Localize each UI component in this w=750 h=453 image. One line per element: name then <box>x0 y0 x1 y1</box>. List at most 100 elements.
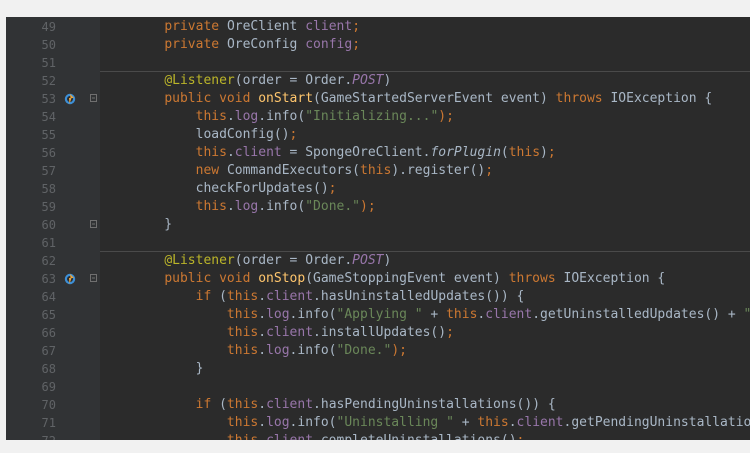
code-token: .getPendingUninstallations <box>563 415 750 430</box>
code-text[interactable]: if (this.client.hasUninstalledUpdates())… <box>133 288 525 306</box>
override-method-icon[interactable] <box>64 273 76 285</box>
code-token: client <box>516 415 564 430</box>
code-text[interactable]: checkForUpdates(); <box>133 180 337 198</box>
line-number[interactable]: 71 <box>6 414 56 432</box>
code-token: . <box>258 307 267 322</box>
code-line[interactable]: 70 if (this.client.hasPendingUninstallat… <box>6 396 750 414</box>
line-number[interactable]: 69 <box>6 378 56 396</box>
code-text[interactable]: this.log.info("Done."); <box>133 198 376 216</box>
code-line[interactable]: 65 this.log.info("Applying " + this.clie… <box>6 306 750 324</box>
code-token: ( <box>219 289 227 304</box>
code-line[interactable]: 61 <box>6 234 750 252</box>
code-line[interactable]: 66 this.client.installUpdates(); <box>6 324 750 342</box>
code-token: .info( <box>289 307 337 322</box>
line-number[interactable]: 64 <box>6 288 56 306</box>
line-number[interactable]: 58 <box>6 180 56 198</box>
code-line[interactable]: 56 this.client = SpongeOreClient.forPlug… <box>6 144 750 162</box>
code-text[interactable]: this.client.completeUninstallations(); <box>133 432 524 440</box>
code-line[interactable]: 50 private OreConfig config; <box>6 36 750 54</box>
line-number[interactable]: 65 <box>6 306 56 324</box>
code-token: checkForUpdates() <box>133 181 329 196</box>
code-token: log <box>266 307 290 322</box>
line-number[interactable]: 54 <box>6 108 56 126</box>
line-number[interactable]: 67 <box>6 342 56 360</box>
code-line[interactable]: 67 this.log.info("Done."); <box>6 342 750 360</box>
code-line[interactable]: 54 this.log.info("Initializing..."); <box>6 108 750 126</box>
code-token: ); <box>391 343 407 358</box>
code-text[interactable]: if (this.client.hasPendingUninstallation… <box>133 396 556 414</box>
code-line[interactable]: 62 @Listener(order = Order.POST) <box>6 252 750 270</box>
code-token: . <box>258 415 267 430</box>
line-number[interactable]: 72 <box>6 432 56 440</box>
code-text[interactable]: private OreClient client; <box>133 18 360 36</box>
line-number[interactable]: 56 <box>6 144 56 162</box>
line-number[interactable]: 62 <box>6 252 56 270</box>
code-line[interactable]: 64 if (this.client.hasUninstalledUpdates… <box>6 288 750 306</box>
code-token: ; <box>446 325 454 340</box>
override-method-icon[interactable] <box>64 93 76 105</box>
code-token: log <box>266 343 290 358</box>
code-token: client <box>266 433 313 440</box>
code-line[interactable]: 71 this.log.info("Uninstalling " + this.… <box>6 414 750 432</box>
fold-close-icon[interactable] <box>90 220 97 228</box>
line-number[interactable]: 61 <box>6 234 56 252</box>
line-number[interactable]: 66 <box>6 324 56 342</box>
line-number[interactable]: 70 <box>6 396 56 414</box>
code-text[interactable]: this.log.info("Initializing..."); <box>133 108 454 126</box>
code-line[interactable]: 69 <box>6 378 750 396</box>
line-number[interactable]: 60 <box>6 216 56 234</box>
code-line[interactable]: 55 loadConfig(); <box>6 126 750 144</box>
fold-open-icon[interactable] <box>90 94 97 102</box>
code-line[interactable]: 68 } <box>6 360 750 378</box>
code-token: ); <box>438 109 454 124</box>
code-text[interactable]: this.log.info("Done."); <box>133 342 407 360</box>
code-text[interactable]: @Listener(order = Order.POST) <box>133 252 391 270</box>
code-line[interactable]: 53 public void onStart(GameStartedServer… <box>6 90 750 108</box>
code-text[interactable]: } <box>133 360 204 378</box>
code-text[interactable]: this.log.info("Uninstalling " + this.cli… <box>133 414 750 432</box>
code-line[interactable]: 59 this.log.info("Done."); <box>6 198 750 216</box>
code-line[interactable]: 51 <box>6 54 750 72</box>
code-text[interactable]: private OreConfig config; <box>133 36 360 54</box>
line-number[interactable]: 57 <box>6 162 56 180</box>
code-text[interactable]: this.log.info("Applying " + this.client.… <box>133 306 750 324</box>
code-text[interactable]: new CommandExecutors(this).register(); <box>133 162 493 180</box>
code-line[interactable]: 58 checkForUpdates(); <box>6 180 750 198</box>
code-token: . <box>258 397 267 412</box>
line-number[interactable]: 59 <box>6 198 56 216</box>
line-number[interactable]: 53 <box>6 90 56 108</box>
code-line[interactable]: 72 this.client.completeUninstallations()… <box>6 432 750 440</box>
code-token: if <box>195 289 220 304</box>
code-text[interactable]: public void onStart(GameStartedServerEve… <box>133 90 712 108</box>
code-token: this <box>226 415 259 430</box>
code-line[interactable]: 52 @Listener(order = Order.POST) <box>6 72 750 90</box>
line-number[interactable]: 68 <box>6 360 56 378</box>
code-line[interactable]: 49 private OreClient client; <box>6 18 750 36</box>
code-line[interactable]: 60 } <box>6 216 750 234</box>
code-text[interactable]: public void onStop(GameStoppingEvent eve… <box>133 270 665 288</box>
line-number[interactable]: 51 <box>6 54 56 72</box>
code-token: .completeUninstallations() <box>313 433 517 440</box>
line-number[interactable]: 49 <box>6 18 56 36</box>
code-token: "Uninstalling " <box>336 415 454 430</box>
code-text[interactable]: this.client = SpongeOreClient.forPlugin(… <box>133 144 556 162</box>
code-line[interactable]: 57 new CommandExecutors(this).register()… <box>6 162 750 180</box>
line-number[interactable]: 50 <box>6 36 56 54</box>
code-text[interactable]: } <box>133 216 172 234</box>
line-number[interactable]: 63 <box>6 270 56 288</box>
code-token: ; <box>328 181 337 196</box>
code-line[interactable]: 63 public void onStop(GameStoppingEvent … <box>6 270 750 288</box>
fold-open-icon[interactable] <box>90 274 97 282</box>
code-text[interactable]: this.client.installUpdates(); <box>133 324 454 342</box>
code-editor[interactable]: 49 private OreClient client; 50 private O… <box>6 17 750 440</box>
code-token: = SpongeOreClient. <box>281 145 431 160</box>
code-text[interactable]: loadConfig(); <box>133 126 298 144</box>
code-token: . <box>258 289 267 304</box>
code-text[interactable]: @Listener(order = Order.POST) <box>133 72 391 90</box>
line-number[interactable]: 52 <box>6 72 56 90</box>
line-number[interactable]: 55 <box>6 126 56 144</box>
code-token: new <box>195 163 227 178</box>
